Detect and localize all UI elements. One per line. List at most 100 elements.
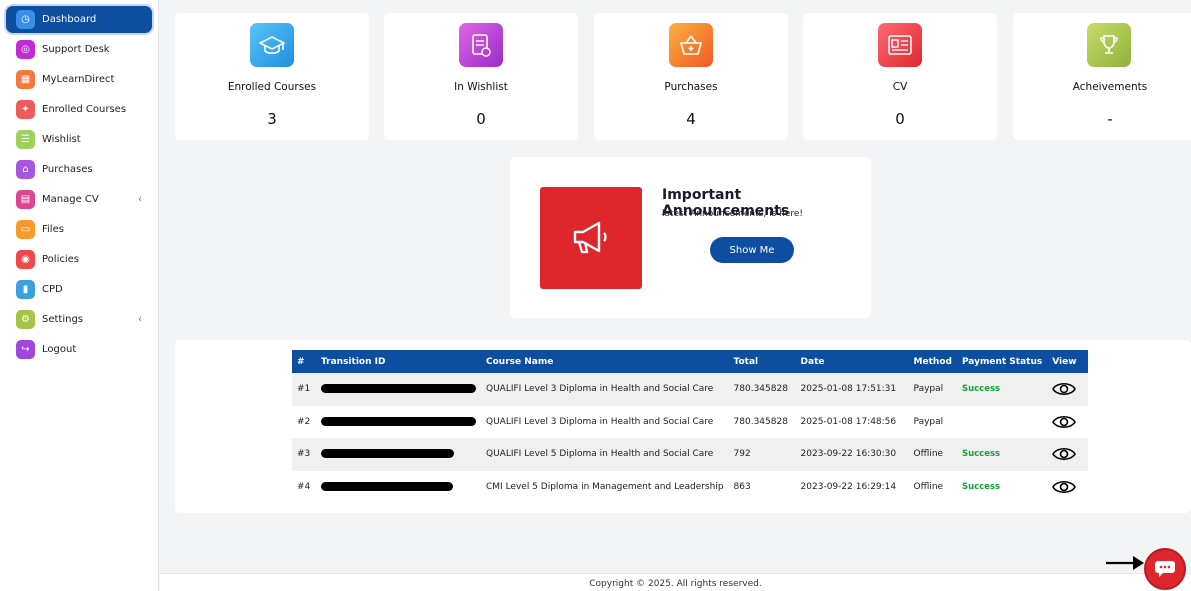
sidebar-item-label: Files xyxy=(42,224,64,235)
column-header: Total xyxy=(733,356,759,367)
sidebar-item-label: MyLearnDirect xyxy=(42,74,115,85)
sidebar-item-support-desk[interactable]: ◎ Support Desk xyxy=(6,36,152,63)
method: Offline xyxy=(913,449,944,460)
view-cell xyxy=(1047,438,1088,471)
column-header: View xyxy=(1052,356,1077,367)
view-cell xyxy=(1047,373,1088,406)
cv-document-icon xyxy=(878,23,922,67)
sidebar-item-wishlist[interactable]: ☰ Wishlist xyxy=(6,126,152,153)
card-value: 3 xyxy=(267,110,277,128)
card-value: 0 xyxy=(895,110,905,128)
course-name: CMI Level 5 Diploma in Management and Le… xyxy=(486,481,724,492)
eye-icon[interactable] xyxy=(1052,479,1077,495)
card-title: Acheivements xyxy=(1072,81,1148,93)
sidebar-item-logout[interactable]: ↪ Logout xyxy=(6,336,152,363)
row-number: #4 xyxy=(297,481,311,492)
redaction-mark xyxy=(321,481,453,491)
payment-status xyxy=(957,406,1047,439)
column-header: Course Name xyxy=(486,356,554,367)
sidebar-item-mylearndirect[interactable]: ▦ MyLearnDirect xyxy=(6,66,152,93)
method: Paypal xyxy=(913,384,944,395)
sidebar: ◷ Dashboard ◎ Support Desk ▦ MyLearnDire… xyxy=(0,0,159,591)
sidebar-item-manage-cv[interactable]: ▤ Manage CV ‹ xyxy=(6,186,152,213)
footer: Copyright © 2025. All rights reserved. xyxy=(160,573,1191,591)
card-value: - xyxy=(1107,110,1113,128)
sidebar-item-dashboard[interactable]: ◷ Dashboard xyxy=(6,6,152,33)
course-name: QUALIFI Level 3 Diploma in Health and So… xyxy=(486,384,714,395)
learn-icon: ▦ xyxy=(16,70,35,89)
eye-icon[interactable] xyxy=(1052,381,1077,397)
course-name: QUALIFI Level 3 Diploma in Health and So… xyxy=(486,416,714,427)
table-row: #3 QUALIFI Level 5 Diploma in Health and… xyxy=(292,438,1088,471)
sidebar-item-label: CPD xyxy=(42,284,63,295)
sidebar-item-label: Support Desk xyxy=(42,44,110,55)
total: 780.345828 xyxy=(733,384,788,395)
column-header: # xyxy=(297,356,305,367)
files-icon: ▭ xyxy=(16,220,35,239)
show-me-button[interactable]: Show Me xyxy=(710,237,794,263)
sidebar-item-files[interactable]: ▭ Files xyxy=(6,216,152,243)
arrow-right-icon xyxy=(1106,556,1144,570)
stat-card-achievements[interactable]: Acheivements - xyxy=(1013,13,1191,140)
sidebar-item-cpd[interactable]: ▮ CPD xyxy=(6,276,152,303)
row-number: #1 xyxy=(297,384,311,395)
chat-icon xyxy=(1155,561,1175,577)
stat-card-wishlist[interactable]: In Wishlist 0 xyxy=(384,13,578,140)
column-header: Method xyxy=(913,356,952,367)
total: 780.345828 xyxy=(733,416,788,427)
view-cell xyxy=(1047,406,1088,439)
sidebar-item-purchases[interactable]: ⌂ Purchases xyxy=(6,156,152,183)
row-number: #2 xyxy=(297,416,311,427)
redaction-mark xyxy=(321,384,476,394)
column-header: Transition ID xyxy=(321,356,386,367)
stat-card-cv[interactable]: CV 0 xyxy=(803,13,997,140)
transactions-panel: # Transition ID Course Name Total Date M… xyxy=(175,340,1191,513)
chevron-left-icon: ‹ xyxy=(138,194,142,205)
sidebar-item-policies[interactable]: ◉ Policies xyxy=(6,246,152,273)
courses-icon: ✦ xyxy=(16,100,35,119)
dashboard-icon: ◷ xyxy=(16,10,35,29)
eye-icon[interactable] xyxy=(1052,414,1077,430)
redaction-mark xyxy=(321,416,476,426)
eye-icon[interactable] xyxy=(1052,446,1077,462)
graduation-cap-icon xyxy=(250,23,294,67)
basket-icon xyxy=(669,23,713,67)
settings-icon: ⚙ xyxy=(16,310,35,329)
transaction-id-redacted xyxy=(316,438,481,471)
date: 2025-01-08 17:48:56 xyxy=(800,416,897,427)
checklist-heart-icon xyxy=(459,23,503,67)
chat-support-button[interactable] xyxy=(1144,548,1186,590)
sidebar-item-enrolled-courses[interactable]: ✦ Enrolled Courses xyxy=(6,96,152,123)
sidebar-item-label: Logout xyxy=(42,344,77,355)
sidebar-item-label: Purchases xyxy=(42,164,93,175)
transactions-table: # Transition ID Course Name Total Date M… xyxy=(292,350,1088,503)
megaphone-icon xyxy=(540,187,642,289)
stat-card-purchases[interactable]: Purchases 4 xyxy=(594,13,788,140)
chevron-left-icon: ‹ xyxy=(138,314,142,325)
sidebar-item-label: Enrolled Courses xyxy=(42,104,127,115)
table-header-row: # Transition ID Course Name Total Date M… xyxy=(292,350,1088,373)
card-value: 4 xyxy=(686,110,696,128)
sidebar-item-label: Manage CV xyxy=(42,194,99,205)
transaction-id-redacted xyxy=(316,406,481,439)
table-row: #1 QUALIFI Level 3 Diploma in Health and… xyxy=(292,373,1088,406)
column-header: Date xyxy=(800,356,825,367)
total: 792 xyxy=(733,449,751,460)
sidebar-item-label: Dashboard xyxy=(42,14,97,25)
announcement-panel: Important Announcements latest Announcem… xyxy=(510,157,871,318)
sidebar-item-settings[interactable]: ⚙ Settings ‹ xyxy=(6,306,152,333)
stat-card-enrolled-courses[interactable]: Enrolled Courses 3 xyxy=(175,13,369,140)
card-value: 0 xyxy=(476,110,486,128)
cpd-icon: ▮ xyxy=(16,280,35,299)
cv-icon: ▤ xyxy=(16,190,35,209)
method: Offline xyxy=(913,481,944,492)
sidebar-item-label: Settings xyxy=(42,314,84,325)
view-cell xyxy=(1047,471,1088,504)
sidebar-item-label: Policies xyxy=(42,254,79,265)
date: 2025-01-08 17:51:31 xyxy=(800,384,897,395)
date: 2023-09-22 16:29:14 xyxy=(800,481,897,492)
table-row: #4 CMI Level 5 Diploma in Management and… xyxy=(292,471,1088,504)
redaction-mark xyxy=(321,449,454,459)
course-name: QUALIFI Level 5 Diploma in Health and So… xyxy=(486,449,714,460)
trophy-icon xyxy=(1087,23,1131,67)
